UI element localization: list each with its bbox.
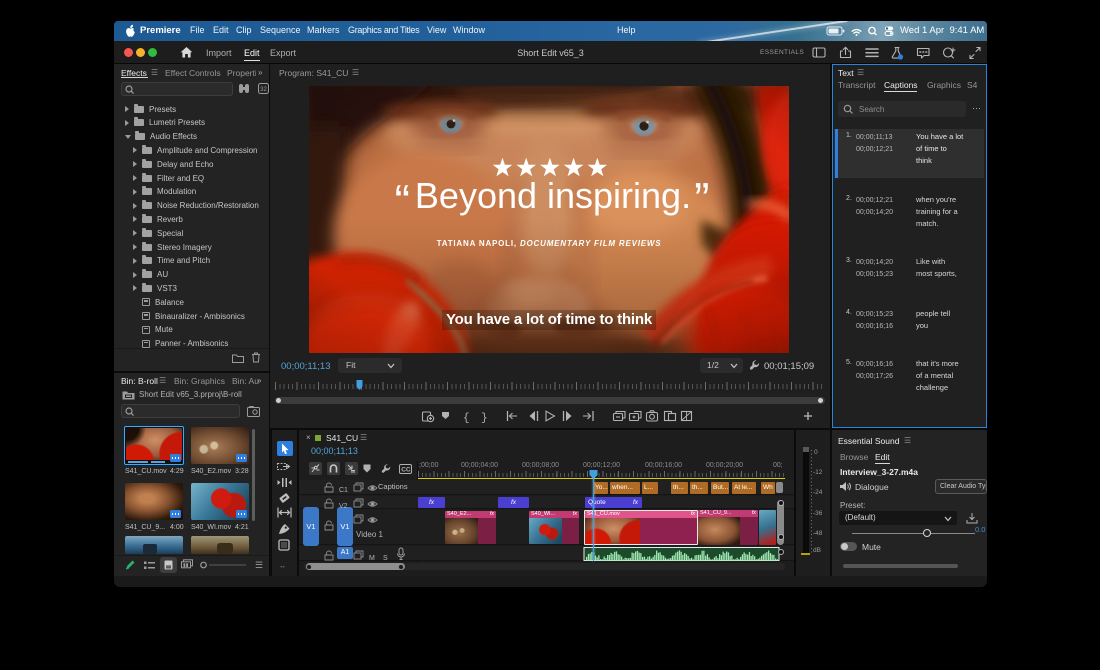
svg-text:{: { [463,413,470,425]
svg-text:V2: V2 [339,503,348,510]
svg-text:CC: CC [401,466,411,473]
svg-text:}: } [481,413,488,425]
svg-text:S: S [383,555,388,561]
svg-text:M: M [369,555,375,561]
svg-text:▮▮: ▮▮ [183,563,189,569]
svg-text:32: 32 [260,87,267,93]
svg-text:C1: C1 [339,487,348,494]
